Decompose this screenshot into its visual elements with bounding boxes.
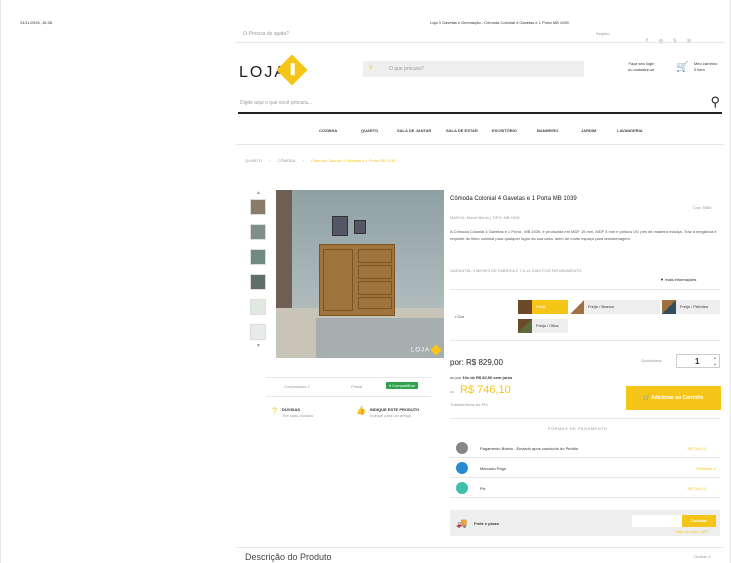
- quantity-stepper[interactable]: 1 ▲ ▼: [676, 354, 720, 368]
- thumbs-up-icon: 👍: [356, 406, 366, 415]
- login-short[interactable]: Registo: [596, 31, 610, 36]
- payment-row-pix: Pix R$ 746,10: [450, 478, 720, 498]
- product-warranty: GARANTIA: 3 MESES DE FÁBRICA 2 7 A 14 DI…: [450, 268, 582, 273]
- more-info-link[interactable]: ▼ mais informações: [660, 277, 696, 282]
- installments: ou por 10x de R$ 82,90 sem juros: [450, 375, 513, 380]
- nav-escritorio[interactable]: ESCRITÓRIO: [492, 128, 517, 133]
- pix-icon: [456, 482, 468, 494]
- breadcrumb: QUARTO › CÔMODA › Cômoda Colonial 4 Gave…: [245, 158, 395, 163]
- boleto-icon: [456, 442, 468, 454]
- nav-cozinha[interactable]: COZINHA: [319, 128, 337, 133]
- truck-icon: 🚚: [456, 518, 468, 528]
- recommend-link[interactable]: INDIQUE ESTE PRODUTO Indique para um ami…: [370, 407, 419, 419]
- thumbs-down-arrow[interactable]: ▼: [256, 343, 261, 349]
- description-section-title: Descrição do Produto: [245, 552, 332, 562]
- color-swatch: [518, 300, 532, 314]
- search-icon[interactable]: ⚲: [710, 94, 720, 110]
- add-to-cart-button[interactable]: 🛒 Adicionar ao Carrinho: [626, 386, 721, 410]
- thumbnail[interactable]: [250, 299, 266, 315]
- color-swatch: [570, 300, 584, 314]
- product-main-image[interactable]: LOJA: [276, 190, 444, 358]
- breadcrumb-separator: ›: [269, 158, 271, 163]
- payment-row-mercadopago[interactable]: Mercado Pago Detalhes ∨: [450, 458, 720, 478]
- share-button[interactable]: ♦ Compartilhar: [386, 382, 419, 389]
- cep-input[interactable]: [632, 515, 682, 527]
- thumbnail[interactable]: [250, 274, 266, 290]
- nav-sala-estar[interactable]: SALA DE ESTAR: [446, 128, 478, 133]
- no-cep-link[interactable]: Não sei meu CEP: [676, 529, 708, 534]
- breadcrumb-quarto[interactable]: QUARTO: [245, 158, 262, 163]
- question-icon: ?: [272, 406, 278, 416]
- image-watermark-logo: LOJA: [411, 344, 442, 356]
- mercadopago-icon: [456, 462, 468, 474]
- payment-row-boleto: Pagamento Boleto - Enviado após concluíd…: [450, 438, 720, 458]
- shipping-calculator: 🚚 Frete e prazo Calcular Não sei meu CEP: [450, 510, 720, 536]
- print-datetime: 24/11/2026, 15:38: [20, 20, 52, 25]
- thumbnail[interactable]: [250, 249, 266, 265]
- nav-jardim[interactable]: JARDIM: [581, 128, 596, 133]
- calculate-shipping-button[interactable]: Calcular: [682, 515, 716, 527]
- search-icon: ⚲: [369, 65, 373, 71]
- increase-icon[interactable]: ▲: [713, 355, 717, 360]
- quantity-label: Quantidade: [641, 358, 662, 363]
- nav-banheiro[interactable]: BANHEIRO: [537, 128, 558, 133]
- breadcrumb-comoda[interactable]: CÔMODA: [278, 158, 296, 163]
- color-swatch: [518, 319, 532, 333]
- decrease-icon[interactable]: ▼: [713, 362, 717, 367]
- store-logo[interactable]: LOJA: [239, 54, 319, 86]
- product-description: A Cômoda Colonial 4 Gavetas e 1 Porta , …: [450, 229, 717, 241]
- pix-note: Transferência via PIX: [450, 402, 489, 407]
- product-title: Cômoda Colonial 4 Gavetas e 1 Porta MB 1…: [450, 196, 577, 202]
- pix-prefix: ou: [450, 389, 455, 394]
- price-from: por: R$ 829,00: [450, 358, 503, 367]
- pix-price: R$ 746,10: [460, 384, 511, 396]
- thumbs-up-arrow[interactable]: ▲: [256, 190, 261, 196]
- print-page-title: Loja 3 Gavetas e Decoração - Cômoda Colo…: [430, 20, 569, 25]
- breadcrumb-current: Cômoda Colonial 4 Gavetas e 1 Porta MB 1…: [310, 158, 396, 163]
- thumbnail[interactable]: [250, 224, 266, 240]
- nav-lavanderia[interactable]: LAVANDERIA: [617, 128, 643, 133]
- thumbnail[interactable]: [250, 199, 266, 215]
- quantity-value: 1: [695, 357, 700, 366]
- cart-icon[interactable]: 🛒: [676, 62, 688, 73]
- compare-link[interactable]: Comparativo 1: [284, 384, 310, 389]
- print-link[interactable]: Postal: [351, 384, 362, 389]
- product-code: Cod: 5580: [693, 205, 712, 210]
- top-search-input[interactable]: ⚲ O que procura?: [363, 61, 584, 77]
- product-brand: MARCA: Móvel Bento | TIPO: MB 1039: [450, 215, 520, 220]
- main-search-input[interactable]: Digite aqui o que você procura... ⚲: [238, 93, 722, 114]
- help-link[interactable]: ☊ Precisa de ajuda?: [243, 31, 289, 37]
- cart-link[interactable]: Meu carrinho 0 item: [694, 61, 717, 73]
- nav-quarto[interactable]: QUARTO: [361, 128, 378, 133]
- social-links: f◎𝕏℗: [640, 30, 696, 48]
- payments-heading: FORMAS DE PAGAMENTO: [548, 426, 608, 431]
- color-swatch: [662, 300, 676, 314]
- account-link[interactable]: Faça seu login ou cadastre-se: [628, 61, 654, 73]
- nav-sala-jantar[interactable]: SALA DE JANTAR: [397, 128, 431, 133]
- description-toggle[interactable]: Ocultar ∧: [694, 554, 711, 559]
- questions-link[interactable]: DÚVIDAS Tire suas dúvidas: [282, 407, 313, 419]
- color-label: • Cor: [455, 314, 464, 319]
- breadcrumb-separator: ›: [302, 158, 304, 163]
- thumbnail[interactable]: [250, 324, 266, 340]
